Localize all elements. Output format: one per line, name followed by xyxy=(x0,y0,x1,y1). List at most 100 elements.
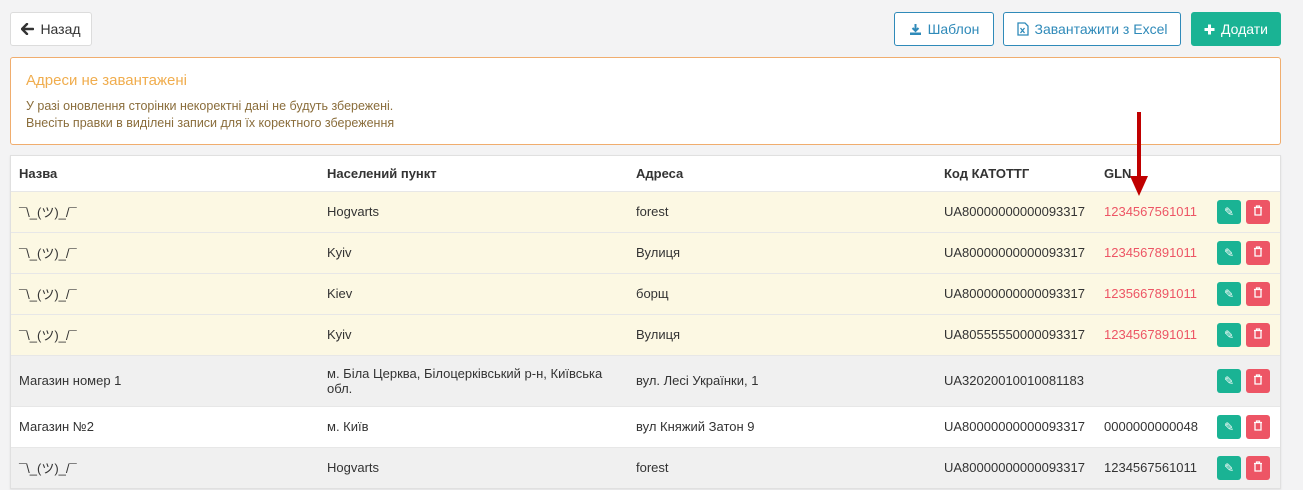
alert-message-line-1: У разі оновлення сторінки некоректні дан… xyxy=(26,99,394,113)
table-row: Магазин номер 1 м. Біла Церква, Білоцерк… xyxy=(11,354,1280,406)
cell-gln-invalid: 1235667891011 xyxy=(1096,272,1209,314)
warning-alert: Адреси не завантажені У разі оновлення с… xyxy=(10,57,1281,145)
plus-icon xyxy=(1204,24,1215,35)
trash-icon xyxy=(1253,373,1263,388)
back-label: Назад xyxy=(40,21,81,37)
cell-city: м. Біла Церква, Білоцерківський р-н, Киї… xyxy=(319,354,628,406)
delete-button[interactable] xyxy=(1246,199,1270,224)
cell-katottg: UA80000000000093317 xyxy=(936,190,1096,232)
table-row: Магазин №2 м. Київ вул Княжий Затон 9 UA… xyxy=(11,405,1280,447)
column-header-city: Населений пункт xyxy=(319,156,628,192)
delete-button[interactable] xyxy=(1246,368,1270,393)
cell-address: вул. Лесі Українки, 1 xyxy=(628,354,936,406)
cell-address: борщ xyxy=(628,272,936,314)
cell-name: ¯\_(ツ)_/¯ xyxy=(11,272,319,314)
cell-actions: ✎ xyxy=(1209,190,1280,232)
cell-name: ¯\_(ツ)_/¯ xyxy=(11,231,319,273)
alert-title: Адреси не завантажені xyxy=(26,72,187,89)
table-row: ¯\_(ツ)_/¯ Kyiv Вулиця UA8055555000009331… xyxy=(11,313,1280,355)
cell-katottg: UA80000000000093317 xyxy=(936,405,1096,447)
cell-actions: ✎ xyxy=(1209,354,1280,406)
edit-button[interactable]: ✎ xyxy=(1217,414,1241,439)
column-header-name: Назва xyxy=(11,156,319,192)
cell-katottg: UA80000000000093317 xyxy=(936,272,1096,314)
table-row: ¯\_(ツ)_/¯ Hogvarts forest UA800000000000… xyxy=(11,446,1280,488)
delete-button[interactable] xyxy=(1246,455,1270,480)
cell-city: Kyiv xyxy=(319,313,628,355)
delete-button[interactable] xyxy=(1246,414,1270,439)
toolbar: Назад Шаблон Завантажити з Excel Додати xyxy=(0,0,1303,56)
alert-message-line-2: Внесіть правки в виділені записи для їх … xyxy=(26,116,395,130)
trash-icon xyxy=(1253,327,1263,342)
column-header-gln: GLN xyxy=(1096,156,1209,192)
trash-icon xyxy=(1253,461,1263,475)
table-header: Назва Населений пункт Адреса Код КАТОТТГ… xyxy=(11,156,1280,192)
table-row: ¯\_(ツ)_/¯ Kyiv Вулиця UA8000000000009331… xyxy=(11,231,1280,273)
trash-icon xyxy=(1253,286,1263,301)
cell-city: Kyiv xyxy=(319,231,628,273)
delete-button[interactable] xyxy=(1246,240,1270,265)
edit-button[interactable]: ✎ xyxy=(1217,455,1241,480)
delete-button[interactable] xyxy=(1246,281,1270,306)
excel-file-icon xyxy=(1016,22,1029,36)
cell-name: Магазин номер 1 xyxy=(11,354,319,406)
delete-button[interactable] xyxy=(1246,322,1270,347)
pencil-icon: ✎ xyxy=(1223,419,1235,434)
cell-name: ¯\_(ツ)_/¯ xyxy=(11,190,319,232)
cell-address: Вулиця xyxy=(628,313,936,355)
upload-excel-label: Завантажити з Excel xyxy=(1034,21,1168,37)
trash-icon xyxy=(1253,245,1263,260)
cell-gln: 1234567561011 xyxy=(1096,446,1209,488)
column-header-katottg: Код КАТОТТГ xyxy=(936,156,1096,192)
cell-name: ¯\_(ツ)_/¯ xyxy=(11,446,319,488)
pencil-icon: ✎ xyxy=(1223,373,1235,388)
cell-actions: ✎ xyxy=(1209,405,1280,447)
cell-city: Kiev xyxy=(319,272,628,314)
cell-name: ¯\_(ツ)_/¯ xyxy=(11,313,319,355)
cell-actions: ✎ xyxy=(1209,272,1280,314)
cell-katottg: UA80000000000093317 xyxy=(936,446,1096,488)
pencil-icon: ✎ xyxy=(1223,286,1235,301)
cell-city: Hogvarts xyxy=(319,446,628,488)
pencil-icon: ✎ xyxy=(1223,245,1235,260)
cell-name: Магазин №2 xyxy=(11,405,319,447)
annotation-arrow xyxy=(1130,112,1148,196)
pencil-icon: ✎ xyxy=(1223,327,1235,342)
cell-address: вул Княжий Затон 9 xyxy=(628,405,936,447)
cell-address: forest xyxy=(628,190,936,232)
download-icon xyxy=(909,23,922,36)
cell-actions: ✎ xyxy=(1209,231,1280,273)
cell-gln-invalid: 1234567891011 xyxy=(1096,231,1209,273)
column-header-actions xyxy=(1209,156,1280,192)
add-label: Додати xyxy=(1221,21,1268,37)
cell-katottg: UA32020010010081183 xyxy=(936,354,1096,406)
table-row: ¯\_(ツ)_/¯ Hogvarts forest UA800000000000… xyxy=(11,190,1280,232)
edit-button[interactable]: ✎ xyxy=(1217,281,1241,306)
addresses-table: Назва Населений пункт Адреса Код КАТОТТГ… xyxy=(10,155,1281,489)
cell-address: Вулиця xyxy=(628,231,936,273)
edit-button[interactable]: ✎ xyxy=(1217,199,1241,224)
cell-city: Hogvarts xyxy=(319,190,628,232)
pencil-icon: ✎ xyxy=(1223,204,1235,219)
template-button[interactable]: Шаблон xyxy=(894,12,994,46)
column-header-address: Адреса xyxy=(628,156,936,192)
cell-gln-invalid: 1234567891011 xyxy=(1096,313,1209,355)
cell-gln-invalid: 1234567561011 xyxy=(1096,190,1209,232)
upload-excel-button[interactable]: Завантажити з Excel xyxy=(1003,12,1181,46)
edit-button[interactable]: ✎ xyxy=(1217,368,1241,393)
edit-button[interactable]: ✎ xyxy=(1217,240,1241,265)
cell-gln xyxy=(1096,354,1209,406)
trash-icon xyxy=(1253,204,1263,219)
arrow-left-icon xyxy=(21,23,35,35)
cell-city: м. Київ xyxy=(319,405,628,447)
cell-actions: ✎ xyxy=(1209,313,1280,355)
edit-button[interactable]: ✎ xyxy=(1217,322,1241,347)
template-label: Шаблон xyxy=(927,21,980,37)
back-button[interactable]: Назад xyxy=(10,12,92,46)
cell-katottg: UA80000000000093317 xyxy=(936,231,1096,273)
pencil-icon: ✎ xyxy=(1223,460,1235,475)
add-button[interactable]: Додати xyxy=(1191,12,1281,46)
cell-address: forest xyxy=(628,446,936,488)
trash-icon xyxy=(1253,419,1263,434)
cell-katottg: UA80555550000093317 xyxy=(936,313,1096,355)
